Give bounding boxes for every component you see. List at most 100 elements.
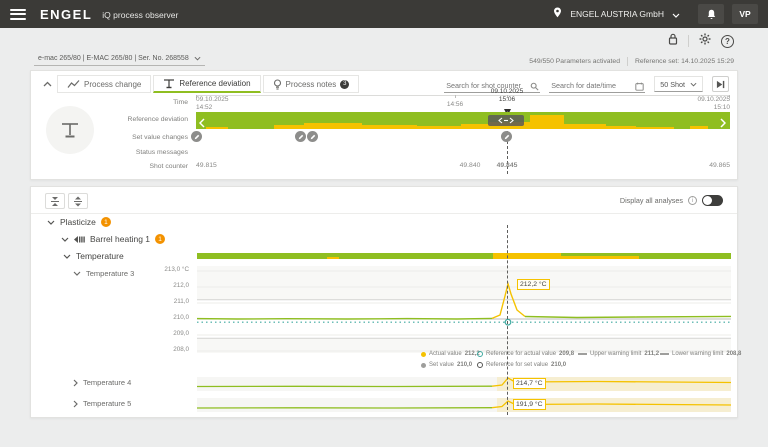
legend-actual-value: Actual value212,2 (421, 351, 480, 357)
tree-group-barrel-heating[interactable]: Barrel heating 1 1 (61, 234, 165, 244)
divider (688, 35, 689, 47)
time-mid-tick: 14:56 (440, 101, 470, 109)
tree-item-temperature-4[interactable]: Temperature 4 (73, 378, 131, 387)
collapse-all-button[interactable] (45, 193, 65, 209)
barrel-heating-icon (74, 235, 85, 244)
ytick: 209,0 (127, 330, 189, 337)
process-notes-badge: 3 (340, 80, 349, 89)
time-axis (196, 95, 730, 96)
time-end: 09.10.202515:10 (670, 96, 730, 112)
row-label-status-messages: Status messages (96, 149, 188, 156)
temperature-5-value: 191,9 °C (513, 399, 546, 410)
temperature-4-sparkline (197, 375, 731, 393)
tree-group-plasticize[interactable]: Plasticize 1 (47, 217, 111, 227)
legend-lower-warning: Lower warning limit208,8 (660, 351, 741, 357)
lock-icon[interactable] (668, 32, 678, 50)
shot-end: 49.865 (690, 162, 730, 169)
pencil-icon (298, 134, 304, 140)
chevron-right-icon (73, 400, 78, 408)
chevron-up-icon (43, 81, 52, 87)
divider (31, 213, 737, 214)
machine-selector-label: e-mac 265/80 | E-MAC 265/80 | Ser. No. 2… (38, 55, 189, 62)
time-start: 09.10.202514:52 (196, 96, 229, 112)
tree-item-temperature-5[interactable]: Temperature 5 (73, 399, 131, 408)
tree-item-temperature-3[interactable]: Temperature 3 (73, 269, 134, 278)
set-value-change-marker[interactable] (307, 131, 318, 142)
legend-reference-actual: Reference for actual value209,8 (477, 351, 574, 357)
reference-deviation-bar[interactable] (196, 112, 730, 129)
help-icon[interactable]: ? (721, 35, 734, 48)
collapse-panel-button[interactable] (39, 76, 55, 92)
pencil-icon (310, 134, 316, 140)
gear-icon[interactable] (699, 32, 711, 50)
hamburger-menu-icon[interactable] (10, 9, 26, 20)
parameters-activated-text: 549/550 Parameters activated (529, 58, 620, 65)
set-value-change-marker[interactable] (295, 131, 306, 142)
location-pin-icon (553, 5, 562, 23)
legend-marker (421, 363, 426, 368)
time-cursor[interactable]: 09.10.202515:06 (477, 88, 537, 104)
legend-marker (421, 352, 426, 357)
display-all-analyses: Display all analyses i (620, 195, 723, 206)
chevron-down-icon (61, 237, 69, 242)
chevron-down-icon (194, 56, 201, 61)
chevron-down-icon[interactable] (672, 5, 680, 23)
display-all-toggle[interactable] (702, 195, 723, 206)
machine-selector[interactable]: e-mac 265/80 | E-MAC 265/80 | Ser. No. 2… (34, 55, 205, 66)
set-value-change-marker[interactable] (191, 131, 202, 142)
ytick: 212,0 (127, 282, 189, 289)
reference-set-text: Reference set: 14.10.2025 15:29 (635, 58, 734, 65)
user-avatar-button[interactable]: VP (732, 4, 758, 24)
row-label-set-value-changes: Set value changes (96, 134, 188, 141)
secondary-icon-row: ? (668, 32, 734, 50)
pencil-icon (194, 134, 200, 140)
ytick: 210,0 (127, 314, 189, 321)
shot-cursor: 49.845 (484, 162, 530, 169)
location-selector[interactable]: ENGEL AUSTRIA GmbH (570, 9, 664, 19)
chevron-down-icon (690, 82, 697, 87)
calendar-icon (635, 78, 644, 96)
temperature-3-chart (197, 266, 731, 353)
chevron-down-icon (73, 271, 81, 276)
info-icon[interactable]: i (688, 196, 697, 205)
tab-reference-deviation[interactable]: Reference deviation (153, 75, 260, 93)
jump-to-latest-button[interactable] (712, 76, 729, 92)
pencil-icon (504, 134, 510, 140)
chevron-down-icon (63, 254, 71, 259)
scroll-right-icon[interactable] (720, 115, 726, 133)
collapse-all-icon (50, 196, 60, 207)
reference-deviation-avatar (46, 106, 94, 154)
chevron-right-icon (73, 379, 78, 387)
notifications-button[interactable] (698, 4, 724, 24)
expand-all-button[interactable] (68, 193, 88, 209)
datetime-search (549, 75, 645, 94)
display-all-label: Display all analyses (620, 196, 683, 205)
datetime-search-input[interactable] (549, 78, 645, 93)
row-label-shot-counter: Shot counter (96, 163, 188, 170)
legend-reference-set: Reference for set value210,0 (477, 362, 566, 368)
warning-count-badge: 1 (101, 217, 111, 227)
warning-count-badge: 1 (155, 234, 165, 244)
reference-deviation-icon (163, 78, 175, 89)
temperature-4-value: 214,7 °C (513, 378, 546, 389)
cursor-drag-handle[interactable] (488, 115, 524, 126)
scroll-left-icon[interactable] (199, 115, 205, 133)
tab-process-notes[interactable]: Process notes 3 (263, 75, 360, 93)
tree-group-temperature[interactable]: Temperature (63, 251, 124, 261)
drag-handle-icon (498, 117, 514, 124)
app-title: iQ process observer (102, 10, 178, 20)
ytick: 211,0 (127, 298, 189, 305)
divider (627, 57, 628, 66)
cursor-line-bottom[interactable] (507, 225, 508, 415)
top-bar: ENGEL iQ process observer ENGEL AUSTRIA … (0, 0, 768, 28)
shot-start: 49.815 (196, 162, 217, 169)
legend-upper-warning: Upper warning limit211,2 (578, 351, 659, 357)
set-value-change-marker[interactable] (501, 131, 512, 142)
interval-select[interactable]: 50 Shot (654, 76, 703, 92)
temperature-status-bar (197, 253, 731, 259)
tab-process-change[interactable]: Process change (57, 75, 151, 93)
cursor-value-label: 212,2 °C (517, 279, 550, 290)
skip-to-latest-icon (716, 80, 725, 89)
ytick: 208,0 (127, 346, 189, 353)
lightbulb-icon (273, 79, 282, 90)
